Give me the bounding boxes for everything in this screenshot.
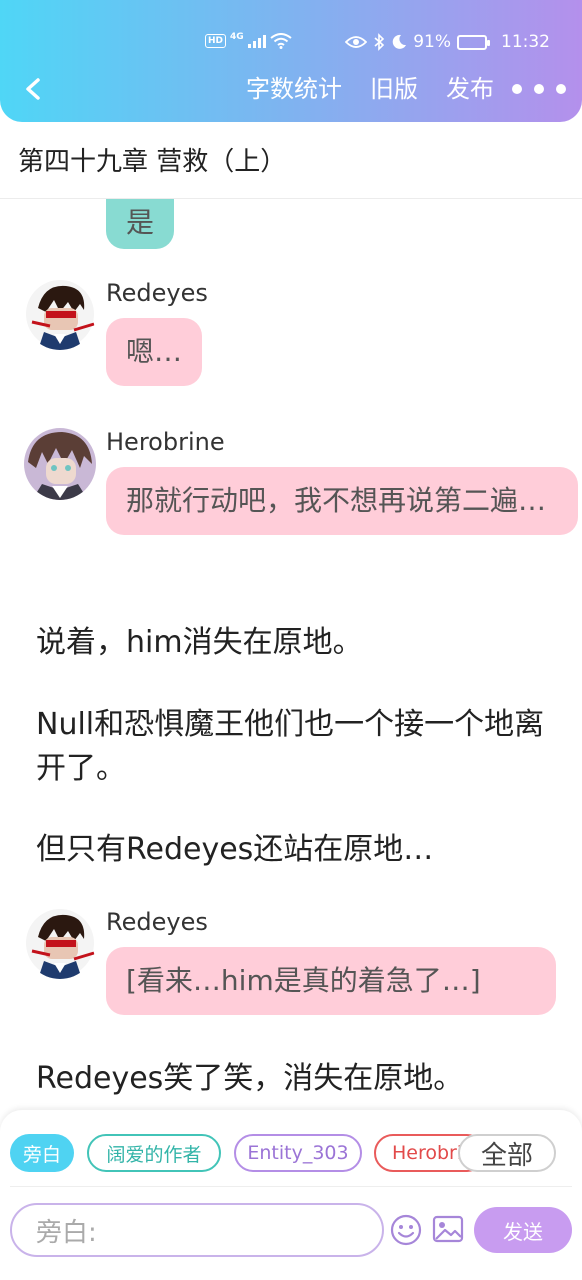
network-type: 4G (230, 32, 244, 42)
message-input[interactable]: 旁白: (10, 1203, 384, 1257)
status-left: HD 4G (205, 32, 292, 50)
clock: 11:32 (501, 32, 550, 52)
chat-bubble[interactable]: 是 (106, 199, 175, 249)
nav-bar: 字数统计 旧版 发布 (0, 66, 582, 112)
bluetooth-icon (374, 33, 385, 51)
input-placeholder: 旁白: (36, 1217, 97, 1248)
chat-bubble[interactable]: 嗯… (106, 318, 203, 386)
bubble-text: 是 (126, 206, 155, 239)
avatar-redeyes[interactable] (24, 907, 96, 979)
eye-icon (345, 36, 368, 48)
role-chip-narrator[interactable]: 旁白 (10, 1134, 74, 1172)
sender-name: Redeyes (106, 908, 208, 936)
chat-content[interactable]: 是 Redeyes 嗯… Herobrine 那就行动吧，我不想再说第二遍… 说… (0, 199, 582, 1111)
back-icon[interactable] (18, 72, 48, 106)
avatar-redeyes[interactable] (24, 278, 96, 350)
chat-bubble[interactable]: 那就行动吧，我不想再说第二遍… (106, 467, 578, 535)
image-icon[interactable] (432, 1214, 464, 1244)
nav-actions: 字数统计 旧版 发布 (246, 72, 494, 106)
role-selector: 旁白 阔爱的作者 Entity_303 Herobri 全部 (0, 1134, 582, 1174)
bubble-text: 那就行动吧，我不想再说第二遍… (126, 484, 547, 517)
all-roles-button[interactable]: 全部 (458, 1134, 556, 1172)
role-chip[interactable]: Entity_303 (234, 1134, 362, 1172)
publish-button[interactable]: 发布 (446, 72, 494, 106)
battery-icon (457, 34, 490, 50)
hd-badge: HD (205, 34, 227, 48)
signal-icon (247, 34, 266, 48)
narration-text: Null和恐惧魔王他们也一个接一个地离开了。 (36, 707, 545, 786)
chapter-title: 第四十九章 营救（上） (18, 147, 287, 177)
bubble-text: [看来…him是真的着急了…] (126, 964, 481, 997)
bubble-text: 嗯… (126, 335, 183, 368)
role-chip[interactable]: 阔爱的作者 (87, 1134, 221, 1172)
old-version-button[interactable]: 旧版 (370, 72, 418, 106)
word-count-button[interactable]: 字数统计 (246, 72, 342, 106)
sender-name: Redeyes (106, 279, 208, 307)
narration-text: 但只有Redeyes还站在原地… (36, 832, 434, 867)
narration-text: Redeyes笑了笑，消失在原地。 (36, 1061, 464, 1096)
wifi-icon (270, 33, 292, 49)
status-bar: HD 4G 91% 11:32 (0, 28, 582, 60)
composer-panel: 旁白 阔爱的作者 Entity_303 Herobri 全部 旁白: 发送 (0, 1110, 582, 1280)
narration-text: 说着，him消失在原地。 (36, 625, 363, 660)
avatar-herobrine[interactable] (24, 428, 96, 500)
divider (10, 1186, 572, 1187)
battery-percent: 91% (413, 32, 451, 52)
chat-bubble[interactable]: [看来…him是真的着急了…] (106, 947, 556, 1015)
sender-name: Herobrine (106, 428, 225, 456)
app-header: HD 4G 91% 11:32 字数统计 旧版 发布 (0, 0, 582, 122)
more-options-icon[interactable] (508, 74, 570, 104)
status-right: 91% 11:32 (345, 32, 550, 52)
moon-icon (392, 34, 407, 49)
emoji-icon[interactable] (390, 1214, 422, 1246)
send-button[interactable]: 发送 (474, 1207, 572, 1253)
